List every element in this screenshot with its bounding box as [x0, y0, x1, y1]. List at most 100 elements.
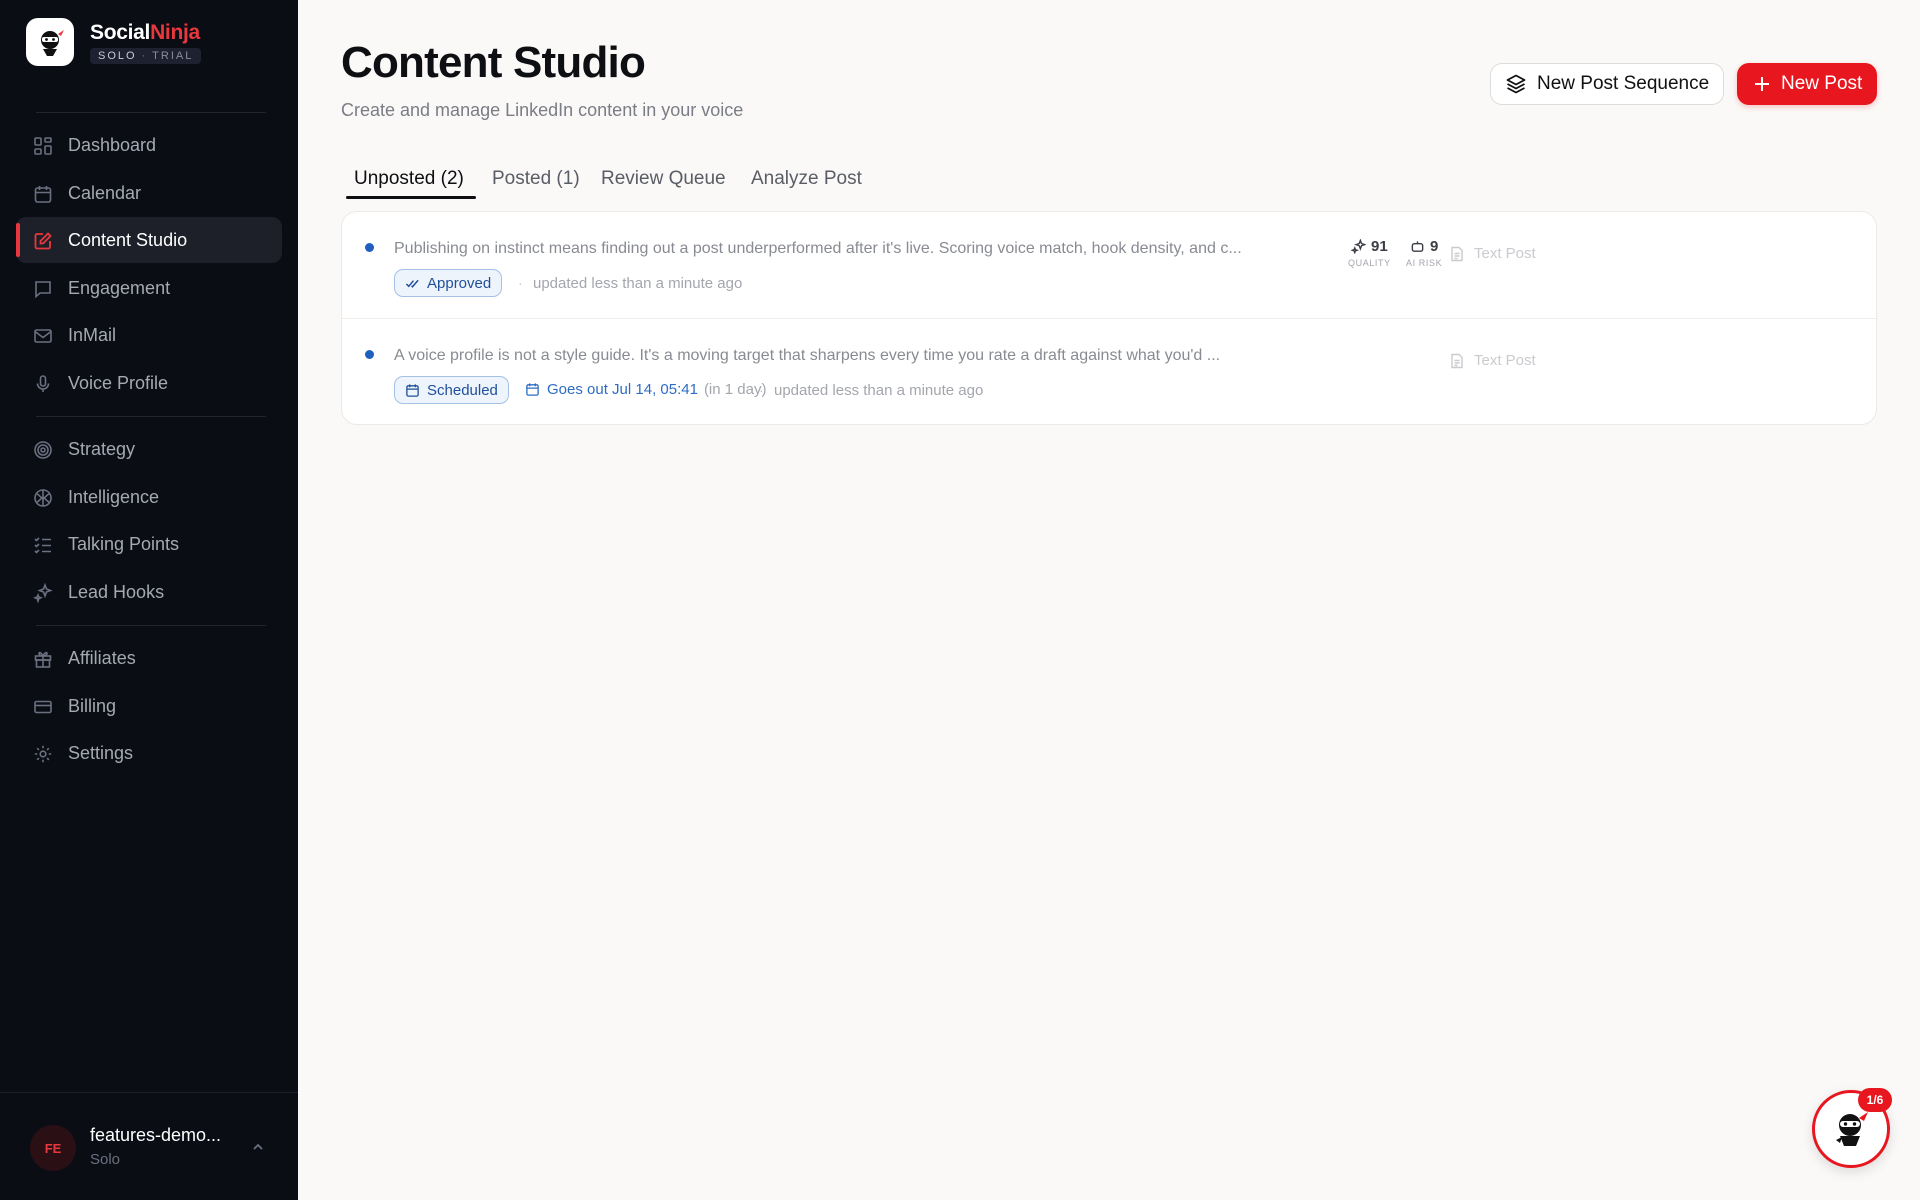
sidebar-item-label: Engagement: [68, 277, 171, 298]
calendar-icon: [406, 383, 419, 397]
sidebar-item-label: Strategy: [68, 438, 136, 459]
user-menu[interactable]: FE features-demo... Solo: [0, 1092, 298, 1200]
microphone-icon: [36, 375, 50, 392]
new-post-label: New Post: [1781, 73, 1863, 94]
tab-posted[interactable]: Posted (1): [492, 168, 580, 190]
sidebar-item-intelligence[interactable]: Intelligence: [16, 474, 282, 520]
sidebar-item-label: Calendar: [68, 182, 142, 203]
status-badge: Scheduled: [394, 376, 509, 404]
brand-name: SocialNinja: [90, 21, 201, 45]
brand-name-part1: Social: [90, 20, 151, 44]
status-label: Scheduled: [427, 381, 498, 399]
sidebar: SocialNinja SOLO · TRIAL Dashboard Calen…: [0, 0, 298, 1200]
sidebar-item-label: Voice Profile: [68, 372, 169, 393]
active-tab-indicator: [346, 196, 476, 199]
list-item[interactable]: A voice profile is not a style guide. It…: [342, 318, 1878, 424]
tab-unposted[interactable]: Unposted (2): [354, 168, 464, 190]
sidebar-item-label: Dashboard: [68, 134, 157, 155]
updated-time: updated less than a minute ago: [533, 275, 743, 292]
schedule-relative: (in 1 day): [703, 381, 767, 398]
robot-icon: [1411, 241, 1424, 252]
sidebar-item-calendar[interactable]: Calendar: [16, 170, 282, 216]
tab-review-queue[interactable]: Review Queue: [601, 168, 726, 190]
post-preview: Publishing on instinct means finding out…: [394, 240, 1242, 257]
new-post-sequence-button[interactable]: New Post Sequence: [1490, 63, 1724, 105]
chat-bubble-icon: [35, 281, 51, 299]
page-subtitle: Create and manage LinkedIn content in yo…: [341, 100, 744, 120]
calendar-icon: [526, 383, 539, 396]
calendar-icon: [34, 186, 52, 203]
plan-name: SOLO: [98, 49, 137, 62]
sidebar-item-label: Settings: [68, 742, 134, 763]
sidebar-item-label: Affiliates: [68, 647, 136, 668]
post-list: Publishing on instinct means finding out…: [341, 211, 1878, 425]
sidebar-divider: [36, 112, 266, 113]
sidebar-item-inmail[interactable]: InMail: [16, 312, 282, 358]
plan-separator: ·: [141, 49, 148, 62]
new-post-button[interactable]: New Post: [1737, 63, 1877, 105]
unread-dot: [365, 243, 374, 252]
sidebar-item-label: Lead Hooks: [68, 581, 165, 602]
ai-risk-value: 9: [1429, 238, 1439, 255]
tab-analyze-post[interactable]: Analyze Post: [751, 168, 862, 190]
updated-time: updated less than a minute ago: [774, 382, 984, 399]
user-name: features-demo...: [90, 1125, 222, 1145]
sidebar-item-billing[interactable]: Billing: [16, 683, 282, 729]
sparkles-icon: [33, 583, 53, 603]
sidebar-item-settings[interactable]: Settings: [16, 730, 282, 776]
sidebar-divider: [36, 625, 266, 626]
unread-dot: [365, 350, 374, 359]
sidebar-item-affiliates[interactable]: Affiliates: [16, 635, 282, 681]
sidebar-item-voice-profile[interactable]: Voice Profile: [16, 360, 282, 406]
gear-icon: [34, 745, 52, 763]
mail-icon: [34, 329, 52, 343]
double-check-icon: [405, 279, 419, 288]
schedule-time: Goes out Jul 14, 05:41 (in 1 day): [525, 381, 766, 398]
sparkles-icon: [1351, 239, 1367, 254]
sidebar-item-talking-points[interactable]: Talking Points: [16, 521, 282, 567]
post-type-label: Text Post: [1474, 352, 1536, 369]
page-title: Content Studio: [341, 38, 646, 87]
edit-square-icon: [34, 232, 52, 250]
sidebar-item-lead-hooks[interactable]: Lead Hooks: [16, 569, 282, 615]
plan-trial: TRIAL: [152, 49, 194, 62]
brand[interactable]: SocialNinja SOLO · TRIAL: [26, 18, 202, 66]
sidebar-item-label: Content Studio: [68, 229, 188, 250]
ai-risk-label: AI RISK: [1406, 258, 1443, 268]
sidebar-item-dashboard[interactable]: Dashboard: [16, 122, 282, 168]
post-type: Text Post: [1449, 352, 1536, 369]
quality-score: 91 QUALITY: [1348, 238, 1391, 268]
document-icon: [1451, 353, 1463, 368]
sidebar-item-label: Intelligence: [68, 486, 160, 507]
post-type: Text Post: [1449, 245, 1536, 262]
ninja-logo-icon: [26, 18, 74, 66]
post-preview: A voice profile is not a style guide. It…: [394, 347, 1221, 364]
gift-icon: [34, 651, 52, 668]
sidebar-item-engagement[interactable]: Engagement: [16, 265, 282, 311]
list-item[interactable]: Publishing on instinct means finding out…: [342, 212, 1878, 318]
target-icon: [34, 441, 52, 459]
document-icon: [1451, 246, 1463, 261]
sidebar-item-label: InMail: [68, 324, 117, 345]
checklist-icon: [34, 537, 51, 554]
status-badge: Approved: [394, 269, 503, 297]
plus-icon: [1755, 77, 1769, 91]
sidebar-divider: [36, 416, 266, 417]
sidebar-item-label: Talking Points: [68, 533, 180, 554]
layers-icon: [1506, 74, 1526, 94]
post-type-label: Text Post: [1474, 245, 1536, 262]
schedule-date: Goes out Jul 14, 05:41: [547, 381, 698, 398]
ninja-mascot-icon: [1836, 1112, 1868, 1146]
ai-risk-score: 9 AI RISK: [1406, 238, 1442, 268]
avatar: FE: [30, 1125, 76, 1171]
quality-label: QUALITY: [1348, 258, 1391, 268]
sidebar-item-content-studio[interactable]: Content Studio: [16, 217, 282, 263]
user-plan: Solo: [90, 1151, 121, 1168]
brain-icon: [34, 489, 52, 507]
sidebar-item-label: Billing: [68, 695, 117, 716]
sidebar-item-strategy[interactable]: Strategy: [16, 426, 282, 472]
chevron-up-icon: [253, 1143, 263, 1150]
separator: ·: [518, 275, 523, 291]
plan-badge: SOLO · TRIAL: [90, 47, 202, 64]
grid-icon: [34, 137, 52, 155]
